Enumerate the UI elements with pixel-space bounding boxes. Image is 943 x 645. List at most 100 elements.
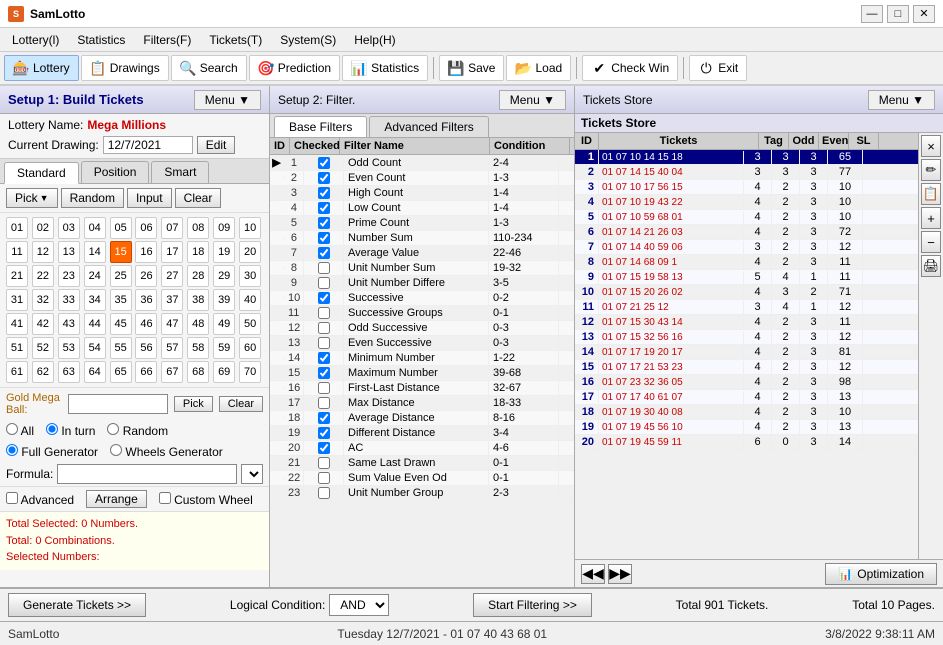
filter-checkbox[interactable] [318,472,330,484]
arrange-button[interactable]: Arrange [86,490,147,508]
number-cell-57[interactable]: 57 [161,337,183,359]
number-cell-39[interactable]: 39 [213,289,235,311]
number-cell-49[interactable]: 49 [213,313,235,335]
number-cell-52[interactable]: 52 [32,337,54,359]
number-cell-44[interactable]: 44 [84,313,106,335]
menu-system[interactable]: System(S) [272,31,344,49]
table-row[interactable]: 201 07 14 15 40 0433377 [575,165,918,180]
radio-inturn[interactable] [46,423,58,435]
filter-checkbox[interactable] [318,382,330,394]
nav-prev-button[interactable]: ◀◀ [581,564,605,584]
filter-checkbox[interactable] [318,322,330,334]
table-row[interactable]: 501 07 10 59 68 0142310 [575,210,918,225]
number-cell-21[interactable]: 21 [6,265,28,287]
gold-pick-button[interactable]: Pick [174,396,213,412]
filter-checkbox[interactable] [318,292,330,304]
number-cell-6[interactable]: 06 [135,217,157,239]
number-cell-47[interactable]: 47 [161,313,183,335]
table-row[interactable]: 301 07 10 17 56 1542310 [575,180,918,195]
close-button[interactable]: ✕ [913,5,935,23]
number-cell-66[interactable]: 66 [135,361,157,383]
table-row[interactable]: 101 07 10 14 15 1833365 [575,150,918,165]
side-copy-button[interactable]: 📋 [921,183,941,205]
wheels-generator-label[interactable]: Wheels Generator [110,444,223,459]
filter-checkbox[interactable] [318,187,330,199]
table-row[interactable]: 801 07 14 68 09 142311 [575,255,918,270]
radio-random[interactable] [107,423,119,435]
filter-checkbox[interactable] [318,217,330,229]
gold-clear-button[interactable]: Clear [219,396,263,412]
number-cell-55[interactable]: 55 [110,337,132,359]
number-cell-12[interactable]: 12 [32,241,54,263]
side-remove-button[interactable]: − [921,231,941,253]
number-cell-70[interactable]: 70 [239,361,261,383]
number-cell-53[interactable]: 53 [58,337,80,359]
minimize-button[interactable]: — [861,5,883,23]
number-cell-59[interactable]: 59 [213,337,235,359]
number-cell-7[interactable]: 07 [161,217,183,239]
number-cell-67[interactable]: 67 [161,361,183,383]
number-cell-61[interactable]: 61 [6,361,28,383]
number-cell-2[interactable]: 02 [32,217,54,239]
side-edit-button[interactable]: ✏ [921,159,941,181]
filter-checkbox[interactable] [318,457,330,469]
toolbar-statistics[interactable]: 📊 Statistics [342,55,428,81]
edit-button[interactable]: Edit [197,136,236,154]
menu-statistics[interactable]: Statistics [69,31,133,49]
filter-checkbox[interactable] [318,412,330,424]
number-cell-22[interactable]: 22 [32,265,54,287]
number-cell-56[interactable]: 56 [135,337,157,359]
number-cell-8[interactable]: 08 [187,217,209,239]
number-cell-45[interactable]: 45 [110,313,132,335]
nav-next-button[interactable]: ▶▶ [608,564,632,584]
radio-all[interactable] [6,423,18,435]
table-row[interactable]: 1101 07 21 25 1234112 [575,300,918,315]
filter-checkbox[interactable] [318,277,330,289]
filter-checkbox[interactable] [318,487,330,499]
number-cell-3[interactable]: 03 [58,217,80,239]
input-button[interactable]: Input [127,188,172,208]
pick-button[interactable]: Pick ▼ [6,188,58,208]
filter-checkbox[interactable] [318,367,330,379]
number-cell-14[interactable]: 14 [84,241,106,263]
number-cell-33[interactable]: 33 [58,289,80,311]
number-cell-15[interactable]: 15 [110,241,132,263]
filter-checkbox[interactable] [318,307,330,319]
menu-tickets[interactable]: Tickets(T) [201,31,270,49]
table-row[interactable]: 901 07 15 19 58 1354111 [575,270,918,285]
number-cell-5[interactable]: 05 [110,217,132,239]
number-cell-46[interactable]: 46 [135,313,157,335]
table-row[interactable]: 1001 07 15 20 26 0243271 [575,285,918,300]
filter-checkbox[interactable] [318,157,330,169]
side-close-button[interactable]: × [921,135,941,157]
number-cell-20[interactable]: 20 [239,241,261,263]
toolbar-search[interactable]: 🔍 Search [171,55,247,81]
number-cell-37[interactable]: 37 [161,289,183,311]
tickets-scroll[interactable]: 101 07 10 14 15 1833365201 07 14 15 40 0… [575,150,918,559]
table-row[interactable]: 701 07 14 40 59 0632312 [575,240,918,255]
tab-base-filters[interactable]: Base Filters [274,116,367,137]
table-row[interactable]: 1601 07 23 32 36 0542398 [575,375,918,390]
number-cell-24[interactable]: 24 [84,265,106,287]
toolbar-prediction[interactable]: 🎯 Prediction [249,55,340,81]
table-row[interactable]: 401 07 10 19 43 2242310 [575,195,918,210]
number-cell-51[interactable]: 51 [6,337,28,359]
menu-lottery[interactable]: Lottery(l) [4,31,67,49]
filter-checkbox[interactable] [318,442,330,454]
toolbar-save[interactable]: 💾 Save [439,55,504,81]
number-cell-64[interactable]: 64 [84,361,106,383]
number-cell-17[interactable]: 17 [161,241,183,263]
number-cell-60[interactable]: 60 [239,337,261,359]
toolbar-drawings[interactable]: 📋 Drawings [81,55,169,81]
filter-checkbox[interactable] [318,262,330,274]
number-cell-35[interactable]: 35 [110,289,132,311]
custom-wheel-checkbox[interactable] [159,492,171,504]
filter-checkbox[interactable] [318,397,330,409]
tab-position[interactable]: Position [81,161,150,183]
filter-checkbox[interactable] [318,172,330,184]
number-cell-31[interactable]: 31 [6,289,28,311]
table-row[interactable]: 1701 07 17 40 61 0742313 [575,390,918,405]
tab-standard[interactable]: Standard [4,162,79,184]
filter-checkbox[interactable] [318,427,330,439]
number-cell-69[interactable]: 69 [213,361,235,383]
